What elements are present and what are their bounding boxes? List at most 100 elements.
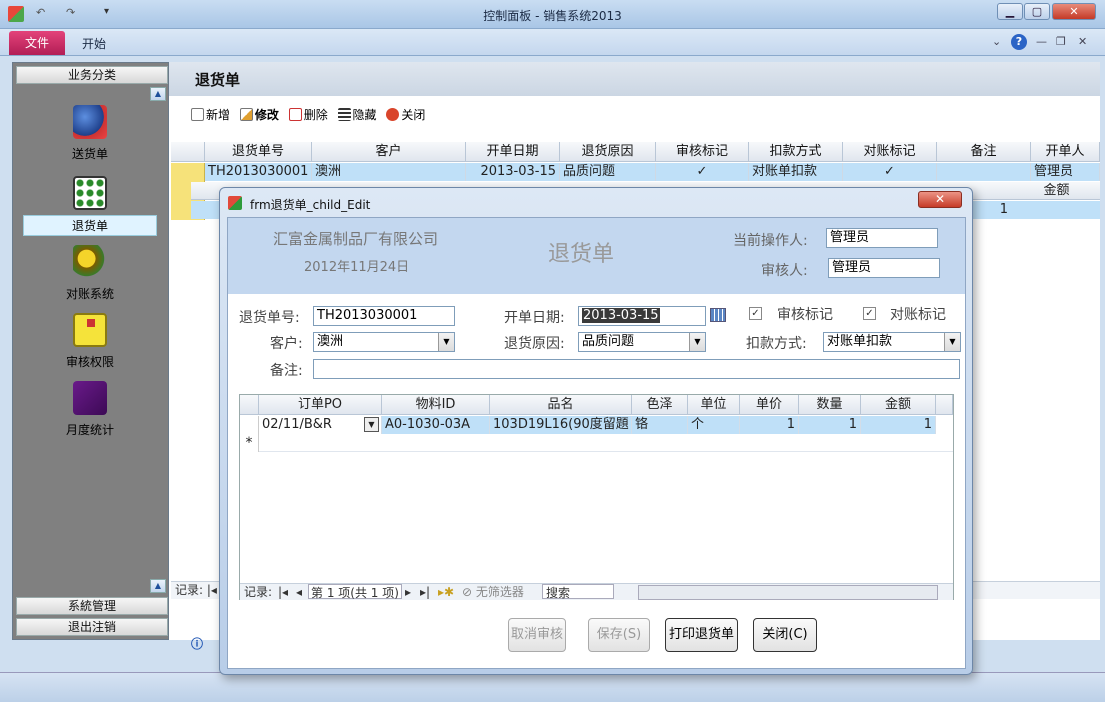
cell-reason[interactable]: 品质问题 (560, 163, 656, 181)
cell-note[interactable] (937, 163, 1031, 181)
col-customer[interactable]: 客户 (312, 142, 466, 162)
prev-record-icon[interactable]: ◂ (296, 584, 302, 600)
nav-item-return[interactable]: 退货单 (23, 176, 157, 236)
customer-value: 澳洲 (317, 334, 344, 349)
edit-button[interactable]: 修改 (239, 106, 279, 123)
cell-order-no[interactable]: TH2013030001 (205, 163, 312, 181)
cell-recon-check[interactable]: ✓ (843, 163, 937, 181)
nav-group-system[interactable]: 系統管理 (16, 597, 168, 615)
help-icon[interactable]: ? (1011, 34, 1027, 50)
chevron-down-icon[interactable]: ▼ (689, 333, 705, 351)
next-record-icon[interactable]: ▸ (405, 584, 411, 600)
new-row-marker[interactable]: * (240, 434, 259, 452)
sub-cell-unit[interactable]: 个 (688, 416, 740, 434)
nav-group-logout[interactable]: 退出注销 (16, 618, 168, 636)
operator-field[interactable]: 管理员 (826, 228, 938, 248)
sub-row-selector[interactable] (240, 416, 259, 434)
col-creator[interactable]: 开单人 (1031, 142, 1100, 162)
sub-cell-price[interactable]: 1 (740, 416, 799, 434)
reason-combo[interactable]: 品质问题 ▼ (578, 332, 706, 352)
sub-col-po[interactable]: 订单PO (259, 395, 382, 415)
hide-button[interactable]: 隐藏 (337, 106, 377, 123)
subgrid-record-navigator: 记录: |◂ ◂ 第 1 项(共 1 项) ▸ ▸| ▸✱ ⊘ 无筛选器 搜索 (240, 583, 953, 600)
sub-col-material[interactable]: 物料ID (382, 395, 490, 415)
add-button[interactable]: 新增 (191, 106, 230, 123)
col-date[interactable]: 开单日期 (466, 142, 560, 162)
chevron-down-icon[interactable]: ▼ (438, 333, 454, 351)
col-deduction[interactable]: 扣款方式 (749, 142, 843, 162)
status-bar (0, 672, 1105, 702)
delete-button[interactable]: 删除 (288, 106, 328, 123)
recon-checkbox[interactable]: ✓ (863, 307, 876, 320)
col-reason[interactable]: 退货原因 (560, 142, 656, 162)
cell-date[interactable]: 2013-03-15 (466, 163, 560, 181)
deduction-combo[interactable]: 对账单扣款 ▼ (823, 332, 961, 352)
app-minimize-icon[interactable]: — (1036, 35, 1047, 48)
sub-col-color[interactable]: 色泽 (632, 395, 688, 415)
sub-cell-qty[interactable]: 1 (799, 416, 861, 434)
new-record-icon[interactable]: ▸✱ (438, 584, 454, 600)
cell-audit-check[interactable]: ✓ (656, 163, 749, 181)
nav-item-reconciliation[interactable]: 对账系统 (23, 245, 157, 303)
customer-combo[interactable]: 澳洲 ▼ (313, 332, 455, 352)
sub-col-price[interactable]: 单价 (740, 395, 799, 415)
dialog-close-button[interactable]: ✕ (918, 191, 962, 208)
chevron-down-icon[interactable]: ▼ (364, 417, 379, 432)
search-input[interactable]: 搜索 (542, 584, 614, 600)
cubes-icon (73, 105, 107, 139)
record-position[interactable]: 第 1 项(共 1 项) (308, 584, 402, 600)
calendar-icon[interactable] (710, 308, 726, 322)
close-form-button[interactable]: 关闭 (386, 106, 425, 123)
maximize-button[interactable]: ▢ (1024, 3, 1050, 20)
save-button[interactable]: 保存(S) (588, 618, 650, 652)
app-close-icon[interactable]: ✕ (1078, 35, 1087, 48)
col-order-no[interactable]: 退货单号 (205, 142, 312, 162)
sub-col-name[interactable]: 品名 (490, 395, 632, 415)
first-record-icon[interactable]: |◂ (207, 583, 217, 597)
nav-item-audit-permission[interactable]: 审核权限 (23, 313, 157, 371)
sub-cell-color[interactable]: 铬 (632, 416, 688, 434)
nav-scroll-down-icon[interactable]: ▲ (150, 579, 166, 593)
col-note[interactable]: 备注 (937, 142, 1031, 162)
horizontal-scrollbar[interactable] (638, 585, 938, 600)
cell-deduction[interactable]: 对账单扣款 (749, 163, 843, 181)
recon-label: 对账标记 (890, 307, 946, 323)
chevron-down-icon[interactable]: ▼ (944, 333, 960, 351)
col-audit[interactable]: 审核标记 (656, 142, 749, 162)
first-record-icon[interactable]: |◂ (278, 584, 288, 600)
audit-checkbox[interactable]: ✓ (749, 307, 762, 320)
minimize-button[interactable]: ▁ (997, 3, 1023, 20)
close-window-button[interactable]: ✕ (1052, 3, 1096, 20)
ribbon-collapse-icon[interactable]: ⌄ (992, 35, 1001, 48)
nav-header[interactable]: 业务分类 (16, 66, 168, 84)
print-return-button[interactable]: 打印退货单 (665, 618, 738, 652)
cell-customer[interactable]: 澳洲 (312, 163, 466, 181)
tab-file[interactable]: 文件 (9, 31, 65, 55)
no-filter-button[interactable]: ⊘ 无筛选器 (462, 584, 524, 600)
sub-select-corner[interactable] (240, 395, 259, 415)
close-dialog-button[interactable]: 关闭(C) (753, 618, 817, 652)
last-record-icon[interactable]: ▸| (420, 584, 430, 600)
child-col-amount[interactable]: 金额 (1013, 182, 1100, 199)
nav-item-delivery[interactable]: 送货单 (23, 105, 157, 163)
col-recon[interactable]: 对账标记 (843, 142, 937, 162)
select-all-corner[interactable] (171, 142, 205, 162)
note-field[interactable] (313, 359, 960, 379)
sub-cell-amount[interactable]: 1 (861, 416, 936, 434)
sub-cell-po[interactable]: 02/11/B&R ▼ (259, 416, 382, 434)
sub-cell-name[interactable]: 103D19L16(90度留題 (490, 416, 632, 434)
form-toolbar: 新增 修改 删除 隐藏 关闭 (191, 106, 431, 124)
sub-col-qty[interactable]: 数量 (799, 395, 861, 415)
cell-creator[interactable]: 管理员 (1031, 163, 1100, 181)
sub-col-amount[interactable]: 金额 (861, 395, 936, 415)
auditor-field[interactable]: 管理员 (828, 258, 940, 278)
sub-col-unit[interactable]: 单位 (688, 395, 740, 415)
nav-item-monthly-stats[interactable]: 月度统计 (23, 381, 157, 439)
date-field[interactable]: 2013-03-15 (578, 306, 706, 326)
app-restore-icon[interactable]: ❐ (1056, 35, 1066, 48)
cancel-audit-button[interactable]: 取消审核 (508, 618, 566, 652)
order-no-field[interactable]: TH2013030001 (313, 306, 455, 326)
nav-scroll-up-icon[interactable]: ▲ (150, 87, 166, 101)
sub-cell-material[interactable]: A0-1030-03A (382, 416, 490, 434)
tab-start[interactable]: 开始 (82, 35, 106, 52)
